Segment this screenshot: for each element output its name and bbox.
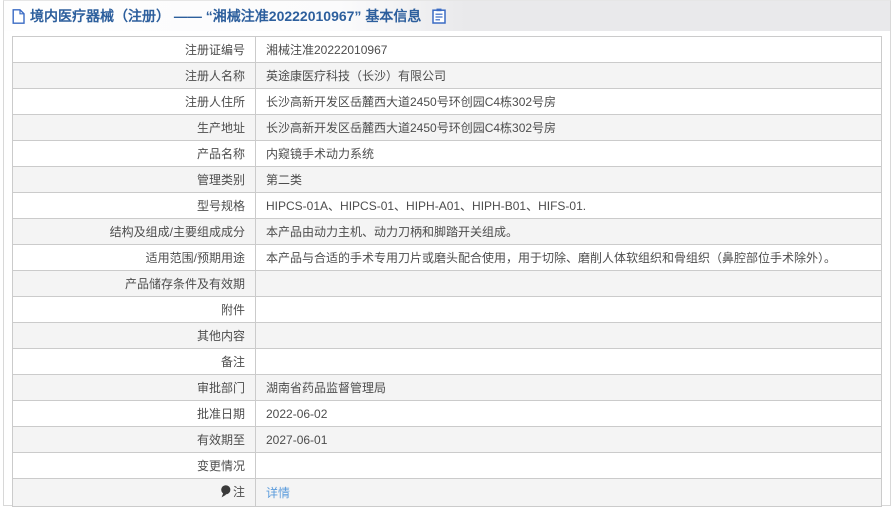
row-label: 注册证编号	[12, 36, 256, 63]
row-value	[255, 348, 882, 375]
row-value: 湘械注准20222010967	[255, 36, 882, 63]
table-row: 注册人名称 英途康医疗科技（长沙）有限公司	[12, 62, 882, 89]
row-value-text: 英途康医疗科技（长沙）有限公司	[266, 69, 447, 83]
row-label-text: 管理类别	[196, 173, 245, 187]
row-label-text: 备注	[220, 355, 245, 369]
row-value: 内窥镜手术动力系统	[255, 140, 882, 167]
row-value-text: 本产品由动力主机、动力刀柄和脚踏开关组成。	[266, 225, 519, 239]
row-label: 审批部门	[12, 374, 256, 401]
table-row: 生产地址 长沙高新开发区岳麓西大道2450号环创园C4栋302号房	[12, 114, 882, 141]
row-label: 产品名称	[12, 140, 256, 167]
row-value: 本产品由动力主机、动力刀柄和脚踏开关组成。	[255, 218, 882, 245]
row-label-text: 型号规格	[196, 199, 245, 213]
row-value	[255, 270, 882, 297]
table-row: 备注	[12, 348, 882, 375]
table-row: 管理类别 第二类	[12, 166, 882, 193]
table-row: 产品名称 内窥镜手术动力系统	[12, 140, 882, 167]
row-label: 注	[12, 478, 256, 507]
row-label-text: 生产地址	[196, 121, 245, 135]
row-label-text: 结构及组成/主要组成成分	[109, 225, 245, 239]
row-label-text: 审批部门	[196, 381, 245, 395]
row-label-text: 附件	[220, 303, 245, 317]
row-label: 注册人名称	[12, 62, 256, 89]
page-heading: 境内医疗器械（注册） —— “湘械注准20222010967” 基本信息	[12, 6, 447, 26]
row-label: 批准日期	[12, 400, 256, 427]
row-value: 2022-06-02	[255, 400, 882, 427]
row-label-text: 其他内容	[196, 329, 245, 343]
row-label: 其他内容	[12, 322, 256, 349]
document-icon	[12, 8, 25, 24]
row-value: 湖南省药品监督管理局	[255, 374, 882, 401]
row-value-text: 第二类	[266, 173, 303, 187]
row-value-text: 2022-06-02	[266, 407, 328, 421]
row-value	[255, 452, 882, 479]
page-title: 境内医疗器械（注册） —— “湘械注准20222010967” 基本信息	[30, 8, 422, 24]
table-row: 注册人住所 长沙高新开发区岳麓西大道2450号环创园C4栋302号房	[12, 88, 882, 115]
registration-info-table: 注册证编号 湘械注准20222010967 注册人名称 英途康医疗科技（长沙）有…	[12, 36, 882, 507]
table-row: 注 详情	[12, 478, 882, 507]
row-label-text: 注册人名称	[184, 69, 245, 83]
row-label: 型号规格	[12, 192, 256, 219]
row-label: 管理类别	[12, 166, 256, 193]
row-value: 本产品与合适的手术专用刀片或磨头配合使用，用于切除、磨削人体软组织和骨组织（鼻腔…	[255, 244, 882, 271]
row-value: 2027-06-01	[255, 426, 882, 453]
row-label-text: 产品储存条件及有效期	[124, 277, 245, 291]
row-value: 长沙高新开发区岳麓西大道2450号环创园C4栋302号房	[255, 114, 882, 141]
row-value: 详情	[255, 478, 882, 507]
row-value-text: 内窥镜手术动力系统	[266, 147, 375, 161]
row-value-text: 本产品与合适的手术专用刀片或磨头配合使用，用于切除、磨削人体软组织和骨组织（鼻腔…	[266, 251, 837, 265]
row-value-text: 长沙高新开发区岳麓西大道2450号环创园C4栋302号房	[266, 95, 557, 109]
table-row: 批准日期 2022-06-02	[12, 400, 882, 427]
row-value-text: HIPCS-01A、HIPCS-01、HIPH-A01、HIPH-B01、HIF…	[266, 199, 587, 213]
table-row: 注册证编号 湘械注准20222010967	[12, 36, 882, 63]
row-value	[255, 296, 882, 323]
note-bulb-icon	[220, 485, 231, 502]
row-label-text: 有效期至	[196, 433, 245, 447]
table-row: 有效期至 2027-06-01	[12, 426, 882, 453]
table-row: 适用范围/预期用途 本产品与合适的手术专用刀片或磨头配合使用，用于切除、磨削人体…	[12, 244, 882, 271]
row-label: 变更情况	[12, 452, 256, 479]
row-label-text: 注册证编号	[184, 43, 245, 57]
table-row: 产品储存条件及有效期	[12, 270, 882, 297]
table-row: 型号规格 HIPCS-01A、HIPCS-01、HIPH-A01、HIPH-B0…	[12, 192, 882, 219]
clipboard-icon	[432, 8, 447, 24]
details-link[interactable]: 详情	[266, 486, 290, 500]
table-row: 附件	[12, 296, 882, 323]
table-row: 其他内容	[12, 322, 882, 349]
row-label-text: 批准日期	[196, 407, 245, 421]
row-label-text: 产品名称	[196, 147, 245, 161]
row-value-text: 湘械注准20222010967	[266, 43, 388, 57]
row-value: 第二类	[255, 166, 882, 193]
row-value-text: 湖南省药品监督管理局	[266, 381, 387, 395]
row-label-text: 注	[232, 485, 245, 499]
row-value-text: 长沙高新开发区岳麓西大道2450号环创园C4栋302号房	[266, 121, 557, 135]
row-label-text: 注册人住所	[184, 95, 245, 109]
row-label: 有效期至	[12, 426, 256, 453]
row-value-text: 2027-06-01	[266, 433, 328, 447]
table-row: 审批部门 湖南省药品监督管理局	[12, 374, 882, 401]
row-value: HIPCS-01A、HIPCS-01、HIPH-A01、HIPH-B01、HIF…	[255, 192, 882, 219]
info-table-body: 注册证编号 湘械注准20222010967 注册人名称 英途康医疗科技（长沙）有…	[12, 36, 882, 507]
table-row: 结构及组成/主要组成成分 本产品由动力主机、动力刀柄和脚踏开关组成。	[12, 218, 882, 245]
row-label: 附件	[12, 296, 256, 323]
row-label: 生产地址	[12, 114, 256, 141]
row-label: 备注	[12, 348, 256, 375]
table-container: 注册证编号 湘械注准20222010967 注册人名称 英途康医疗科技（长沙）有…	[4, 31, 890, 507]
row-label-text: 适用范围/预期用途	[145, 251, 245, 265]
row-label: 注册人住所	[12, 88, 256, 115]
row-label-text: 变更情况	[196, 459, 245, 473]
row-value	[255, 322, 882, 349]
table-row: 变更情况	[12, 452, 882, 479]
row-value: 英途康医疗科技（长沙）有限公司	[255, 62, 882, 89]
row-value: 长沙高新开发区岳麓西大道2450号环创园C4栋302号房	[255, 88, 882, 115]
row-label: 结构及组成/主要组成成分	[12, 218, 256, 245]
page-frame: 境内医疗器械（注册） —— “湘械注准20222010967” 基本信息 注册证…	[3, 0, 891, 507]
row-label: 适用范围/预期用途	[12, 244, 256, 271]
title-band: 境内医疗器械（注册） —— “湘械注准20222010967” 基本信息	[4, 1, 890, 31]
row-label: 产品储存条件及有效期	[12, 270, 256, 297]
